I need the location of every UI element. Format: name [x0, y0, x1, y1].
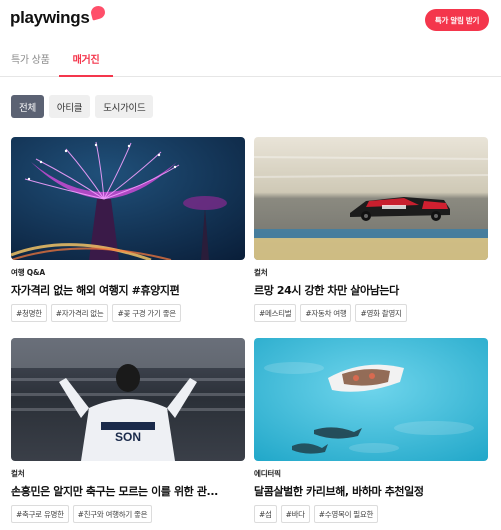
article-category: 컬처 — [254, 268, 268, 277]
article-category: 에디터픽 — [254, 469, 281, 478]
article-tag[interactable]: #바다 — [280, 505, 310, 523]
article-tag[interactable]: #축구로 유명한 — [11, 505, 69, 523]
article-tag[interactable]: #영화 촬영지 — [355, 304, 407, 322]
article-tag[interactable]: #섬 — [254, 505, 277, 523]
article-title[interactable]: 달콤살벌한 카리브해, 바하마 추천일정 — [254, 483, 488, 499]
article-card[interactable]: 컬처 르망 24시 강한 차만 살아남는다 #메스티벌 #자동차 여행 #영화 … — [254, 137, 488, 322]
logo[interactable]: playwings — [10, 4, 106, 28]
article-card[interactable]: 에디터픽 달콤살벌한 카리브해, 바하마 추천일정 #섬 #바다 #수영복이 필… — [254, 338, 488, 523]
tab-magazine[interactable]: 매거진 — [59, 51, 113, 77]
article-tag[interactable]: #청명한 — [11, 304, 47, 322]
main-tabs: 특가 상품 매거진 — [0, 44, 501, 77]
article-tag[interactable]: #자동차 여행 — [300, 304, 352, 322]
article-thumbnail[interactable] — [254, 137, 488, 260]
filter-chips: 전체 아티클 도시가이드 — [11, 95, 154, 118]
article-category: 컬처 — [11, 469, 25, 478]
article-tag[interactable]: #친구와 여행하기 좋은 — [72, 505, 153, 523]
article-title[interactable]: 르망 24시 강한 차만 살아남는다 — [254, 282, 488, 298]
article-card[interactable]: 여행 Q&A 자가격리 없는 해외 여행지 #휴양지편 #청명한 #자가격리 없… — [11, 137, 245, 322]
svg-text:SON: SON — [115, 430, 141, 444]
filter-city-guide[interactable]: 도시가이드 — [95, 95, 154, 118]
filter-all[interactable]: 전체 — [11, 95, 44, 118]
article-tags: #섬 #바다 #수영복이 필요한 — [254, 505, 488, 523]
article-tags: #청명한 #자가격리 없는 #꽃 구경 가기 좋은 — [11, 304, 245, 322]
article-tag[interactable]: #메스티벌 — [254, 304, 297, 322]
article-thumbnail[interactable]: SON — [11, 338, 245, 461]
article-title[interactable]: 손흥민은 알지만 축구는 모르는 이를 위한 관... — [11, 483, 245, 499]
logo-mark-icon — [89, 4, 106, 21]
article-tags: #메스티벌 #자동차 여행 #영화 촬영지 — [254, 304, 488, 322]
article-category: 여행 Q&A — [11, 268, 45, 277]
article-thumbnail[interactable] — [11, 137, 245, 260]
article-tag[interactable]: #자가격리 없는 — [50, 304, 109, 322]
article-tags: #축구로 유명한 #친구와 여행하기 좋은 — [11, 505, 245, 523]
deal-alert-button[interactable]: 특가 알림 받기 — [425, 9, 489, 31]
tab-deals[interactable]: 특가 상품 — [11, 51, 50, 77]
article-tag[interactable]: #꽃 구경 가기 좋은 — [112, 304, 181, 322]
article-thumbnail[interactable] — [254, 338, 488, 461]
article-title[interactable]: 자가격리 없는 해외 여행지 #휴양지편 — [11, 282, 245, 298]
article-card[interactable]: SON 컬처 손흥민은 알지만 축구는 모르는 이를 위한 관... #축구로 … — [11, 338, 245, 523]
header: playwings 특가 알림 받기 — [0, 0, 501, 42]
article-tag[interactable]: #수영복이 필요한 — [313, 505, 379, 523]
filter-article[interactable]: 아티클 — [48, 95, 91, 118]
logo-text: playwings — [10, 8, 90, 27]
